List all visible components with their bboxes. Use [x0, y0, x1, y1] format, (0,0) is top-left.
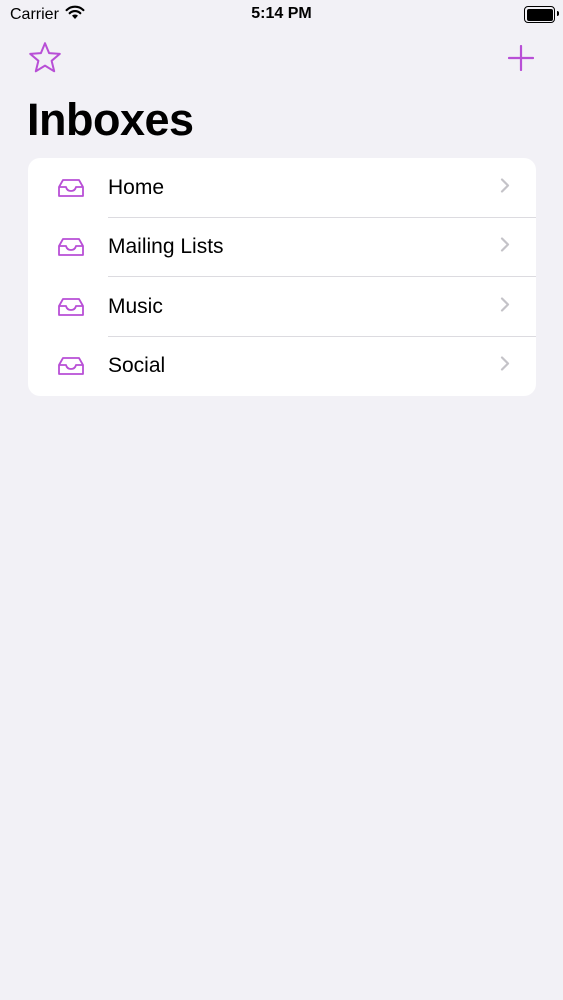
chevron-right-icon	[500, 237, 510, 258]
inbox-tray-icon	[56, 235, 86, 259]
inbox-tray-icon	[56, 354, 86, 378]
inbox-row-social[interactable]: Social	[28, 337, 536, 397]
inbox-label: Social	[108, 354, 166, 378]
inbox-row-home[interactable]: Home	[28, 158, 536, 218]
plus-icon	[507, 44, 535, 76]
status-bar: Carrier 5:14 PM	[0, 0, 563, 30]
navigation-bar	[0, 36, 563, 80]
inbox-list: Home Mailing Lists Music Social	[28, 158, 536, 396]
chevron-right-icon	[500, 356, 510, 377]
inbox-tray-icon	[56, 295, 86, 319]
inbox-label: Home	[108, 175, 165, 199]
battery-full-icon	[524, 6, 559, 23]
inbox-tray-icon	[56, 176, 86, 200]
inbox-row-mailing-lists[interactable]: Mailing Lists	[28, 218, 536, 277]
favorites-button[interactable]	[25, 40, 65, 80]
chevron-right-icon	[500, 177, 510, 198]
inbox-label: Mailing Lists	[108, 235, 224, 259]
star-icon	[27, 41, 63, 80]
add-button[interactable]	[501, 40, 541, 80]
page-title: Inboxes	[27, 94, 194, 145]
inbox-row-music[interactable]: Music	[28, 277, 536, 337]
inbox-label: Music	[108, 294, 163, 318]
status-time: 5:14 PM	[251, 5, 312, 22]
chevron-right-icon	[500, 296, 510, 317]
